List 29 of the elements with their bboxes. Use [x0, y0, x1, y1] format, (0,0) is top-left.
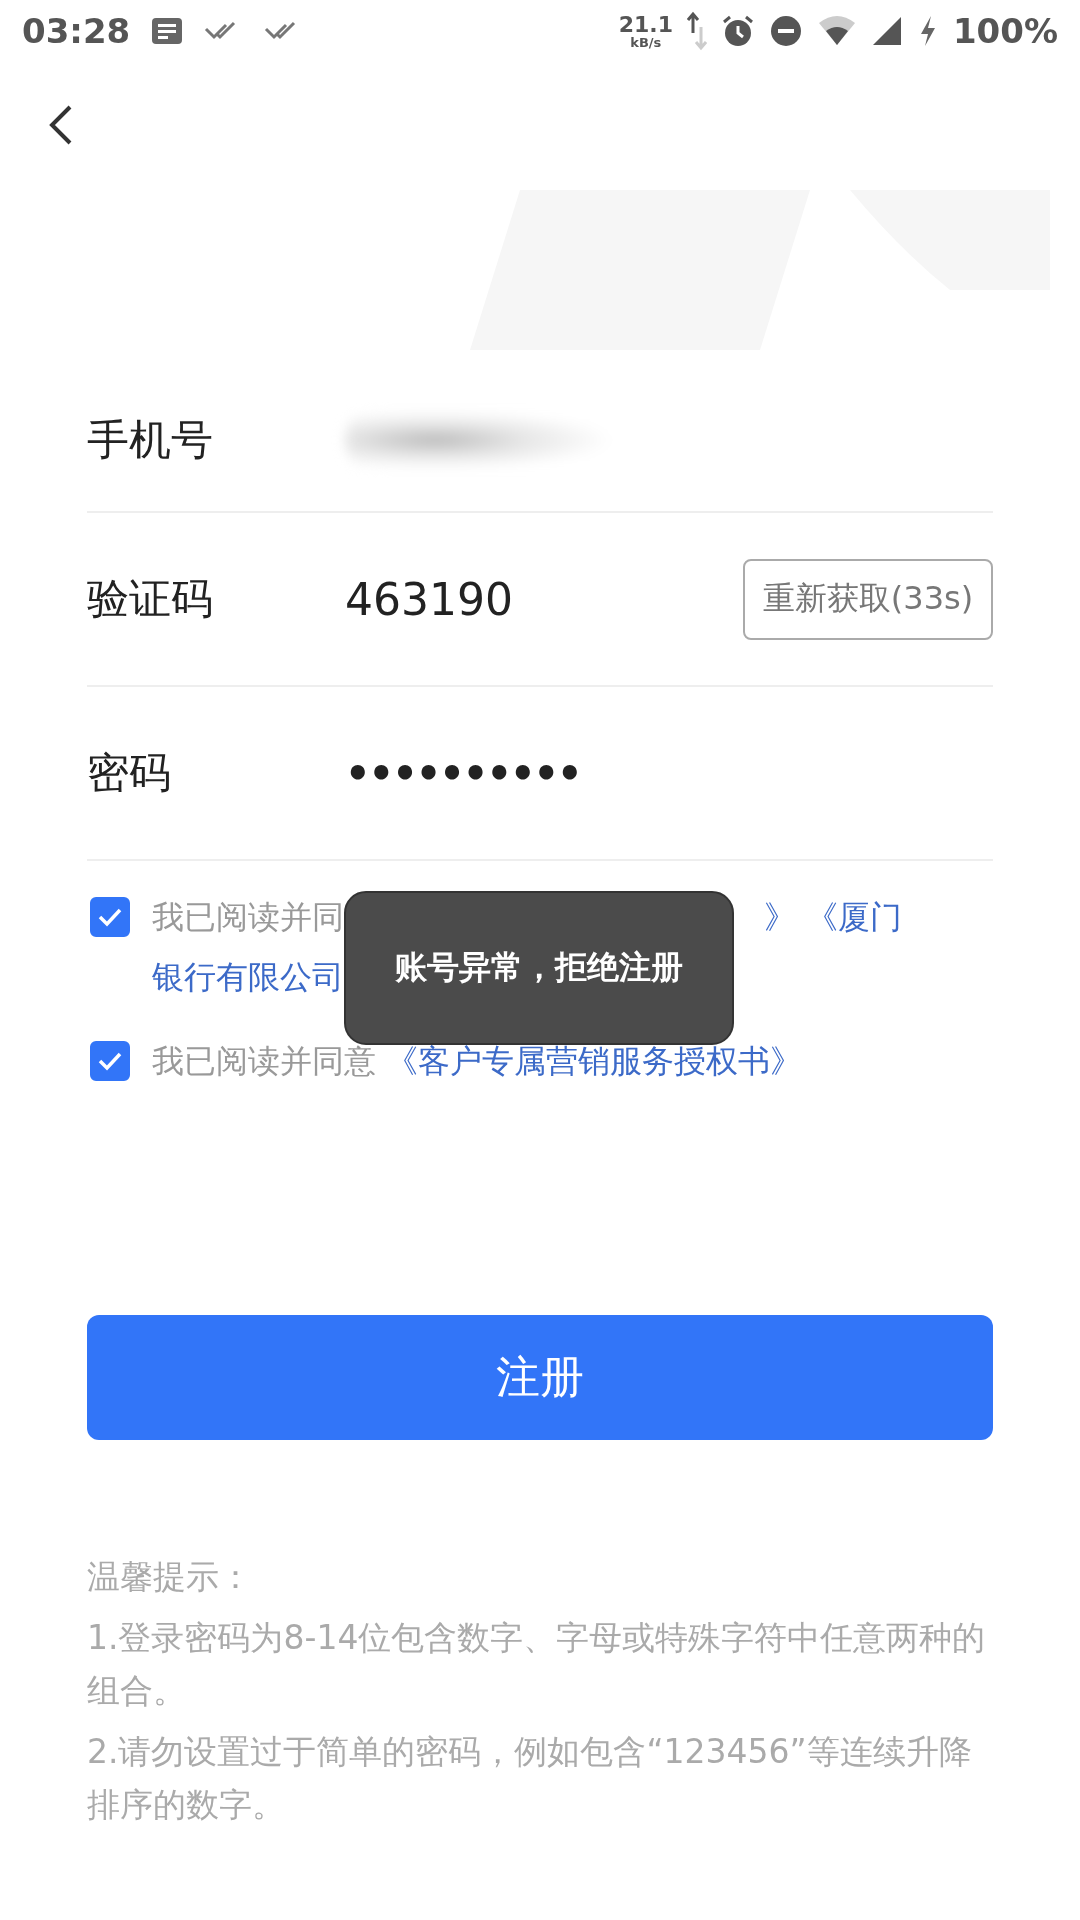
agreement-link[interactable]: 》 [764, 898, 796, 936]
tips-title: 温馨提示： [87, 1556, 253, 1598]
agreement-link[interactable]: 《客户专属营销服务授权书》 [386, 1042, 803, 1080]
field-label: 密码 [87, 747, 172, 799]
checkbox[interactable] [90, 897, 130, 937]
password-input[interactable]: •••••••••• [345, 750, 993, 796]
error-toast: 账号异常，拒绝注册 [344, 891, 734, 1045]
agreement-link[interactable]: 银行有限公司 [152, 958, 344, 996]
battery-level: 100% [952, 11, 1058, 51]
up-down-arrows-icon [686, 11, 707, 51]
do-not-disturb-icon [768, 14, 803, 48]
tip-text: 1.登录密码为8-14位包含数字、字母或特殊字符中任意两种的组合。 [87, 1617, 987, 1712]
agreement-text: 我已阅读并同 [152, 898, 344, 936]
checkbox[interactable] [90, 1041, 130, 1081]
resend-code-button[interactable]: 重新获取(33s) [743, 558, 993, 640]
register-button[interactable]: 注册 [87, 1315, 993, 1440]
clock-time: 03:28 [22, 11, 131, 51]
wifi-icon [816, 15, 857, 47]
alarm-clock-icon [720, 14, 755, 48]
agreement-link[interactable]: 《厦门 [806, 898, 903, 936]
field-label: 手机号 [87, 413, 214, 466]
network-speed: 21.1 [618, 13, 673, 36]
speed-unit: kB/s [630, 35, 662, 49]
checkmark-icon [97, 1051, 123, 1071]
code-input[interactable]: 463190 [345, 573, 743, 625]
message-icon [150, 16, 185, 46]
field-label: 验证码 [87, 573, 214, 625]
checkmark-icon [97, 907, 123, 927]
tip-text: 2.请勿设置过于简单的密码，例如包含“123456”等连续升降排序的数字。 [87, 1731, 973, 1826]
